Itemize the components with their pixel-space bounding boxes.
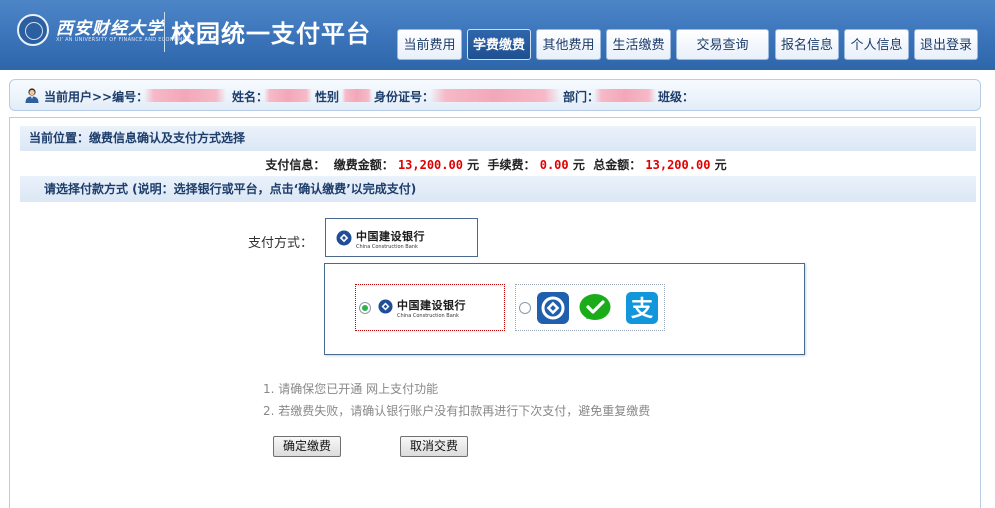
- payment-notes: 1. 请确保您已开通 网上支付功能 2. 若缴费失败，请确认银行账户没有扣款再进…: [263, 378, 650, 422]
- selected-bank-display[interactable]: 中国建设银行 China Construction Bank: [325, 218, 478, 257]
- nav-tab-current-fees[interactable]: 当前费用: [397, 29, 462, 60]
- alipay-icon: 支: [626, 292, 658, 324]
- total-label: 总金额：: [593, 158, 642, 172]
- redacted-user-id: [144, 89, 226, 102]
- selected-bank-name-en: China Construction Bank: [356, 244, 418, 250]
- radio-ccb[interactable]: [359, 302, 371, 314]
- payment-info-label: 支付信息：: [265, 158, 326, 172]
- radio-third-party[interactable]: [519, 302, 531, 314]
- note-item: 2. 若缴费失败，请确认银行账户没有扣款再进行下次支付，避免重复缴费: [263, 404, 651, 418]
- fee-unit: 元: [467, 158, 480, 172]
- user-info-bar: 当前用户>>编号： 姓名： 性别 身份证号： 部门： 班级：: [9, 79, 981, 111]
- header: 西安财经大学 XI' AN UNIVERSITY OF FINANCE AND …: [0, 0, 995, 70]
- fee-label: 缴费金额：: [333, 158, 394, 172]
- class-label: 班级：: [658, 90, 695, 104]
- redacted-gender: [342, 89, 372, 102]
- gender-label: 性别: [315, 90, 340, 104]
- university-seal-icon: [17, 14, 49, 46]
- user-icon: [25, 88, 39, 103]
- confirm-payment-button[interactable]: 确定缴费: [273, 436, 341, 457]
- payment-options: 中国建设银行 China Construction Bank 支: [324, 263, 805, 355]
- logo-divider: [164, 12, 165, 52]
- ccb-logo-icon: [378, 299, 393, 314]
- redacted-name: [264, 89, 312, 102]
- name-label: 姓名：: [232, 90, 269, 104]
- wechat-pay-icon: [579, 294, 611, 320]
- total-unit: 元: [714, 158, 727, 172]
- option-ccb-name-en: China Construction Bank: [397, 313, 459, 319]
- redacted-department: [594, 89, 656, 102]
- nav-tab-logout[interactable]: 退出登录: [914, 29, 978, 60]
- select-payment-prompt: 请选择付款方式 (说明：选择银行或平台，点击‘确认缴费’以完成支付): [20, 176, 976, 202]
- university-name: 西安财经大学: [56, 19, 164, 39]
- nav-tab-tuition[interactable]: 学费缴费: [467, 29, 531, 60]
- nav-tab-registration[interactable]: 报名信息: [775, 29, 839, 60]
- nav-tab-personal-info[interactable]: 个人信息: [844, 29, 909, 60]
- service-fee-label: 手续费：: [487, 158, 536, 172]
- ccb-app-icon: [537, 292, 569, 324]
- breadcrumb: 当前位置：缴费信息确认及支付方式选择: [20, 126, 976, 151]
- ccb-logo-icon: [336, 230, 352, 246]
- note-item: 1. 请确保您已开通 网上支付功能: [263, 382, 439, 396]
- selected-bank-name: 中国建设银行: [356, 230, 425, 243]
- option-ccb[interactable]: 中国建设银行 China Construction Bank: [355, 284, 505, 331]
- option-ccb-name: 中国建设银行: [397, 299, 466, 312]
- svg-text:支: 支: [631, 297, 654, 322]
- fee-amount: 13,200.00: [397, 158, 463, 172]
- payment-method-label: 支付方式：: [248, 236, 314, 251]
- payment-summary: 支付信息： 缴费金额： 13,200.00 元 手续费： 0.00 元 总金额：…: [10, 156, 982, 173]
- id-number-label: 身份证号：: [374, 90, 435, 104]
- nav-tab-other-fees[interactable]: 其他费用: [536, 29, 601, 60]
- redacted-id-number: [430, 89, 560, 102]
- nav-tab-transactions[interactable]: 交易查询: [676, 29, 769, 60]
- service-fee-amount: 0.00: [539, 158, 569, 172]
- total-amount: 13,200.00: [645, 158, 711, 172]
- platform-title: 校园统一支付平台: [171, 20, 371, 48]
- nav-tab-living-fees[interactable]: 生活缴费: [606, 29, 671, 60]
- cancel-payment-button[interactable]: 取消交费: [400, 436, 468, 457]
- option-third-party[interactable]: 支: [515, 284, 665, 331]
- service-fee-unit: 元: [572, 158, 585, 172]
- current-user-label: 当前用户>>编号：: [44, 90, 149, 104]
- main-panel: 当前位置：缴费信息确认及支付方式选择 支付信息： 缴费金额： 13,200.00…: [9, 117, 981, 508]
